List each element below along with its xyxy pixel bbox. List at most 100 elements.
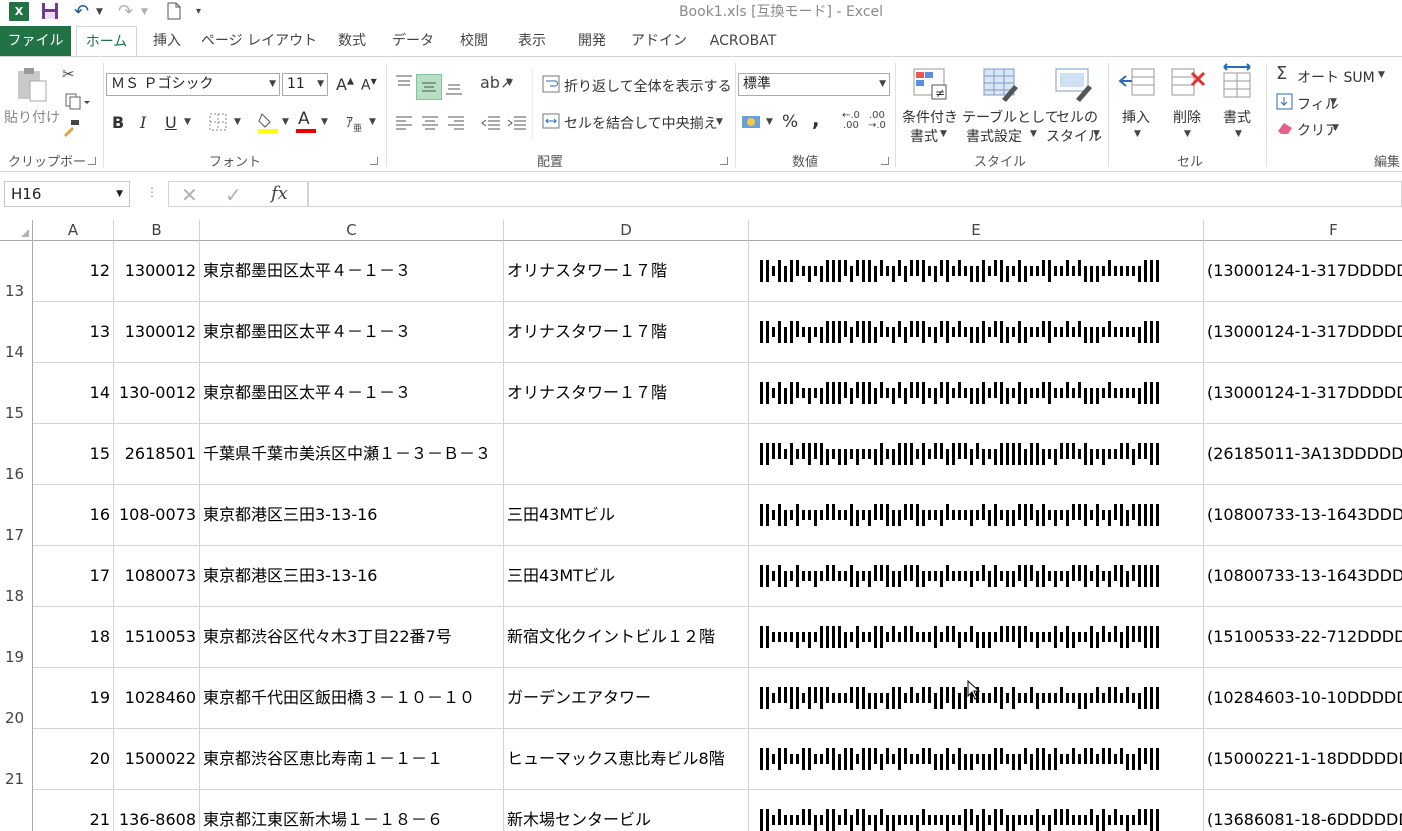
align-center-icon[interactable] <box>420 113 440 137</box>
row-header[interactable]: 13 <box>0 241 33 302</box>
cell-f[interactable]: (13000124-1-317DDDDDD <box>1204 302 1402 363</box>
orientation-dropdown-icon[interactable]: ▼ <box>506 78 513 88</box>
merge-dropdown-icon[interactable]: ▼ <box>716 117 723 127</box>
row-header[interactable]: 22 <box>0 790 33 831</box>
conditional-formatting-icon[interactable]: ≠ <box>912 67 950 107</box>
cell-e-barcode[interactable] <box>749 790 1204 831</box>
cell-c[interactable]: 東京都千代田区飯田橋３－１０－１０ <box>200 668 504 729</box>
row-header[interactable]: 21 <box>0 729 33 790</box>
cell-a[interactable]: 16 <box>33 485 114 546</box>
font-name-combo[interactable]: ＭＳ Ｐゴシック ▼ <box>106 73 280 96</box>
delete-cells-button[interactable]: 削除 <box>1173 107 1201 127</box>
merge-center-button[interactable]: セルを結合して中央揃え <box>564 113 718 133</box>
cell-b[interactable]: 1300012 <box>114 241 200 302</box>
clear-icon[interactable] <box>1276 119 1294 139</box>
align-left-icon[interactable] <box>394 113 414 137</box>
comma-style-button[interactable]: , <box>812 107 820 131</box>
fill-icon[interactable] <box>1276 93 1294 115</box>
currency-format-icon[interactable] <box>740 111 766 137</box>
cell-f[interactable]: (13000124-1-317DDDDDD <box>1204 241 1402 302</box>
insert-dropdown-icon[interactable]: ▼ <box>1134 129 1141 139</box>
row-header[interactable]: 14 <box>0 302 33 363</box>
table-dropdown-icon[interactable]: ▼ <box>1030 129 1037 139</box>
paste-label[interactable]: 貼り付け <box>4 107 60 127</box>
tab-view[interactable]: 表示 <box>508 26 556 56</box>
tab-insert[interactable]: 挿入 <box>143 26 191 56</box>
tab-addins[interactable]: アドイン <box>626 26 692 56</box>
cell-d[interactable]: ガーデンエアタワー <box>504 668 749 729</box>
cancel-icon[interactable]: ✕ <box>181 183 198 207</box>
align-bottom-icon[interactable] <box>444 77 464 101</box>
wrap-text-button[interactable]: 折り返して全体を表示する <box>564 76 732 96</box>
increase-indent-icon[interactable] <box>506 113 528 137</box>
cell-c[interactable]: 東京都渋谷区恵比寿南１－１－１ <box>200 729 504 790</box>
number-format-combo[interactable]: 標準 ▼ <box>738 73 890 96</box>
underline-dropdown-icon[interactable]: ▼ <box>184 117 191 127</box>
cell-c[interactable]: 東京都墨田区太平４－１－３ <box>200 302 504 363</box>
cell-c[interactable]: 東京都墨田区太平４－１－３ <box>200 241 504 302</box>
cell-c[interactable]: 東京都港区三田3-13-16 <box>200 485 504 546</box>
currency-dropdown-icon[interactable]: ▼ <box>766 117 773 127</box>
format-as-table-icon[interactable] <box>980 67 1020 107</box>
increase-decimal-icon[interactable]: ←.0.00 <box>842 111 860 131</box>
cell-d[interactable] <box>504 424 749 485</box>
row-header[interactable]: 19 <box>0 607 33 668</box>
tab-home[interactable]: ホーム <box>76 26 137 57</box>
cut-icon[interactable]: ✂ <box>62 65 75 83</box>
cell-e-barcode[interactable] <box>749 546 1204 607</box>
cell-d[interactable]: 新木場センタービル <box>504 790 749 831</box>
tab-formulas[interactable]: 数式 <box>328 26 376 56</box>
cell-f[interactable]: (15100533-22-712DDDDD <box>1204 607 1402 668</box>
fill-dropdown-icon[interactable]: ▼ <box>1330 97 1337 107</box>
cell-c[interactable]: 東京都渋谷区代々木3丁目22番7号 <box>200 607 504 668</box>
cell-f[interactable]: (10800733-13-1643DDDD <box>1204 485 1402 546</box>
phonetic-dropdown-icon[interactable]: ▼ <box>369 117 376 127</box>
formula-bar-grip-icon[interactable]: ⋮ <box>146 185 158 199</box>
format-dropdown-icon[interactable]: ▼ <box>1235 129 1242 139</box>
paste-icon[interactable] <box>14 65 50 105</box>
bold-button[interactable]: B <box>112 113 124 132</box>
cell-e-barcode[interactable] <box>749 485 1204 546</box>
cell-a[interactable]: 14 <box>33 363 114 424</box>
borders-icon[interactable] <box>208 112 230 136</box>
cell-f[interactable]: (13000124-1-317DDDDDD <box>1204 363 1402 424</box>
clear-dropdown-icon[interactable]: ▼ <box>1332 123 1339 133</box>
cell-d[interactable]: オリナスタワー１７階 <box>504 363 749 424</box>
decrease-indent-icon[interactable] <box>480 113 502 137</box>
cell-a[interactable]: 17 <box>33 546 114 607</box>
format-as-table-label-1[interactable]: テーブルとして <box>962 107 1059 127</box>
enter-icon[interactable]: ✓ <box>225 183 242 207</box>
insert-cells-button[interactable]: 挿入 <box>1122 107 1150 127</box>
merge-center-icon[interactable] <box>542 112 560 134</box>
cell-c[interactable]: 千葉県千葉市美浜区中瀬１－３－Ｂ－３ <box>200 424 504 485</box>
tab-developer[interactable]: 開発 <box>568 26 616 56</box>
cell-e-barcode[interactable] <box>749 363 1204 424</box>
cell-a[interactable]: 13 <box>33 302 114 363</box>
cell-f[interactable]: (10284603-10-10DDDDDD <box>1204 668 1402 729</box>
shrink-font-button[interactable]: A▼ <box>361 77 377 94</box>
font-launcher-icon[interactable] <box>370 157 378 165</box>
format-cells-icon[interactable] <box>1220 63 1256 105</box>
row-header[interactable]: 20 <box>0 668 33 729</box>
row-header[interactable]: 18 <box>0 546 33 607</box>
cell-e-barcode[interactable] <box>749 424 1204 485</box>
select-all-button[interactable] <box>0 220 33 241</box>
cell-d[interactable]: 三田43MTビル <box>504 546 749 607</box>
cell-d[interactable]: 新宿文化クイントビル１２階 <box>504 607 749 668</box>
cell-b[interactable]: 2618501 <box>114 424 200 485</box>
cell-d[interactable]: 三田43MTビル <box>504 485 749 546</box>
font-color-button[interactable]: A <box>296 109 316 133</box>
fill-color-icon[interactable] <box>256 110 280 138</box>
cell-a[interactable]: 15 <box>33 424 114 485</box>
phonetic-icon[interactable]: ｱ亜 <box>346 112 362 134</box>
cell-d[interactable]: オリナスタワー１７階 <box>504 302 749 363</box>
decrease-decimal-icon[interactable]: .00 →.0 <box>868 111 886 131</box>
copy-icon[interactable] <box>62 93 92 115</box>
cell-b[interactable]: 1080073 <box>114 546 200 607</box>
cell-b[interactable]: 1500022 <box>114 729 200 790</box>
italic-button[interactable]: I <box>140 113 146 132</box>
cell-f[interactable]: (13686081-18-6DDDDDDD <box>1204 790 1402 831</box>
column-header-c[interactable]: C <box>200 220 504 241</box>
cell-d[interactable]: オリナスタワー１７階 <box>504 241 749 302</box>
cell-d[interactable]: ヒューマックス恵比寿ビル8階 <box>504 729 749 790</box>
